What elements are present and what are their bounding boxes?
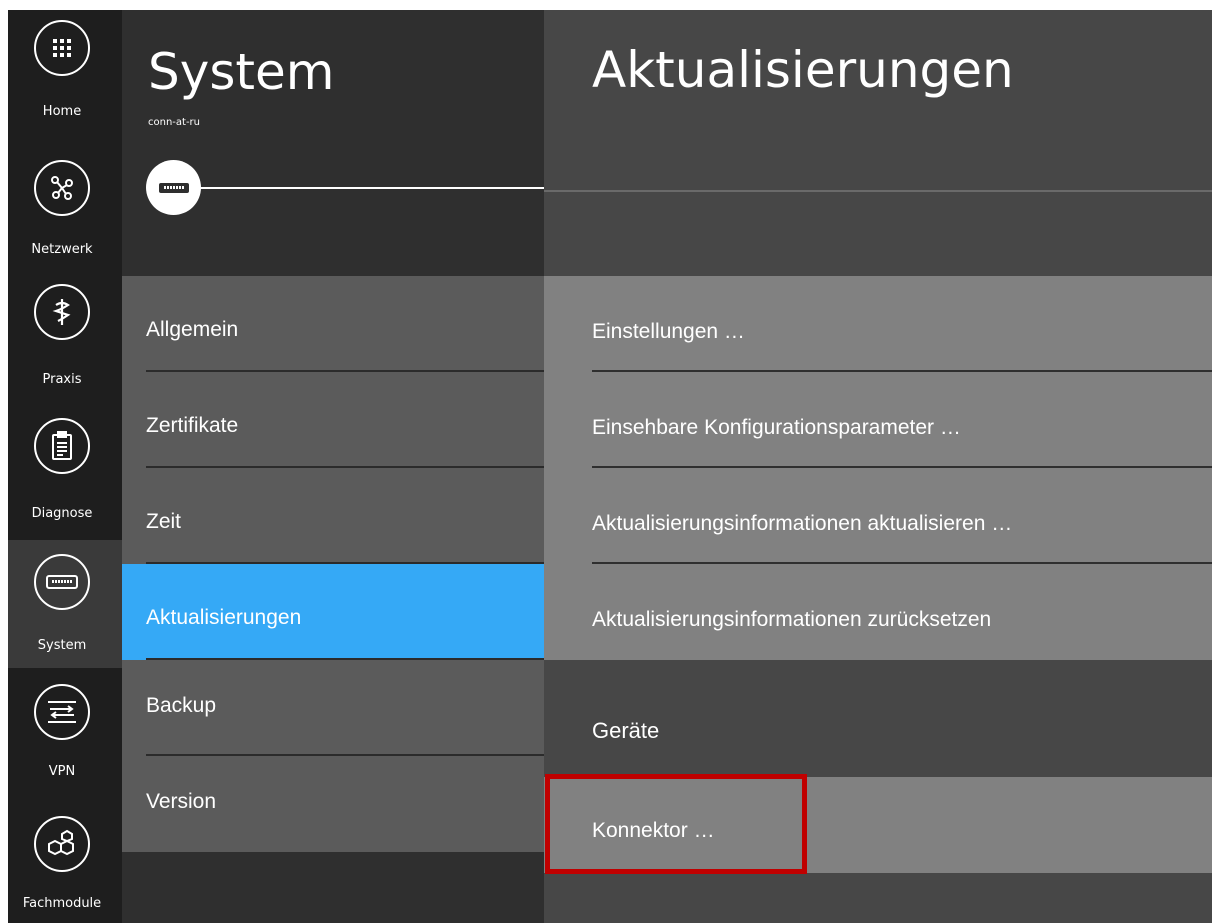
clipboard-icon (34, 418, 90, 474)
page-title: Aktualisierungen (592, 41, 1014, 99)
menu-item-label: Allgemein (146, 318, 239, 341)
nav-system-label: System (37, 638, 87, 653)
app-window: Home Netzwerk Praxis Diagnose System VPN… (0, 0, 1212, 923)
nav-home[interactable]: Home (8, 10, 122, 138)
action-label: Einstellungen … (592, 320, 745, 343)
devices-section-header: Geräte (592, 718, 660, 743)
header-divider (544, 190, 1212, 192)
nav-netzwerk[interactable]: Netzwerk (8, 138, 122, 266)
medical-icon (34, 284, 90, 340)
nav-praxis[interactable]: Praxis (8, 266, 122, 394)
menu-item-zeit[interactable]: Zeit (122, 468, 544, 564)
menu-item-aktualisierungen[interactable]: Aktualisierungen (122, 564, 544, 660)
menu-item-backup[interactable]: Backup (122, 660, 544, 756)
nav-praxis-label: Praxis (42, 372, 82, 387)
nav-netzwerk-label: Netzwerk (31, 242, 93, 257)
modules-icon (34, 816, 90, 872)
nav-diagnose-label: Diagnose (31, 506, 93, 521)
system-menu: Allgemein Zertifikate Zeit Aktualisierun… (122, 276, 544, 852)
action-info-zuruecksetzen[interactable]: Aktualisierungsinformationen zurücksetze… (544, 564, 1212, 660)
menu-item-version[interactable]: Version (122, 756, 544, 852)
device-icon (34, 554, 90, 610)
device-label: Konnektor … (592, 819, 715, 842)
action-label: Einsehbare Konfigurationsparameter … (592, 416, 961, 439)
nav-home-label: Home (42, 104, 82, 119)
nav-vpn[interactable]: VPN (8, 668, 122, 796)
system-panel: System conn-at-ru Allgemein Zertifikate (122, 10, 544, 923)
section-title: System (148, 43, 335, 101)
menu-item-label: Aktualisierungen (146, 606, 302, 629)
nav-vpn-label: VPN (48, 764, 76, 779)
main-nav-rail: Home Netzwerk Praxis Diagnose System VPN… (8, 10, 122, 923)
connector-device-icon (146, 160, 201, 215)
menu-item-zertifikate[interactable]: Zertifikate (122, 372, 544, 468)
nav-system[interactable]: System (8, 540, 122, 668)
action-info-aktualisieren[interactable]: Aktualisierungsinformationen aktualisier… (544, 468, 1212, 564)
menu-item-label: Version (146, 790, 217, 813)
action-konfigurationsparameter[interactable]: Einsehbare Konfigurationsparameter … (544, 372, 1212, 468)
nav-fachmodule[interactable]: Fachmodule (8, 796, 122, 923)
grid-icon (34, 20, 90, 76)
network-icon (34, 160, 90, 216)
action-label: Aktualisierungsinformationen zurücksetze… (592, 608, 992, 631)
update-actions-list: Einstellungen … Einsehbare Konfiguration… (544, 276, 1212, 660)
action-label: Aktualisierungsinformationen aktualisier… (592, 512, 1013, 535)
connector-line (200, 187, 544, 189)
menu-item-label: Zertifikate (146, 414, 239, 437)
menu-item-label: Backup (146, 694, 217, 717)
device-item-konnektor[interactable]: Konnektor … (544, 777, 1212, 873)
vpn-icon (34, 684, 90, 740)
menu-item-label: Zeit (146, 510, 182, 533)
nav-fachmodule-label: Fachmodule (22, 896, 102, 911)
updates-panel: Aktualisierungen Einstellungen … Einsehb… (544, 10, 1212, 923)
action-einstellungen[interactable]: Einstellungen … (544, 276, 1212, 372)
menu-item-allgemein[interactable]: Allgemein (122, 276, 544, 372)
nav-diagnose[interactable]: Diagnose (8, 394, 122, 540)
device-hostname: conn-at-ru (148, 117, 201, 128)
